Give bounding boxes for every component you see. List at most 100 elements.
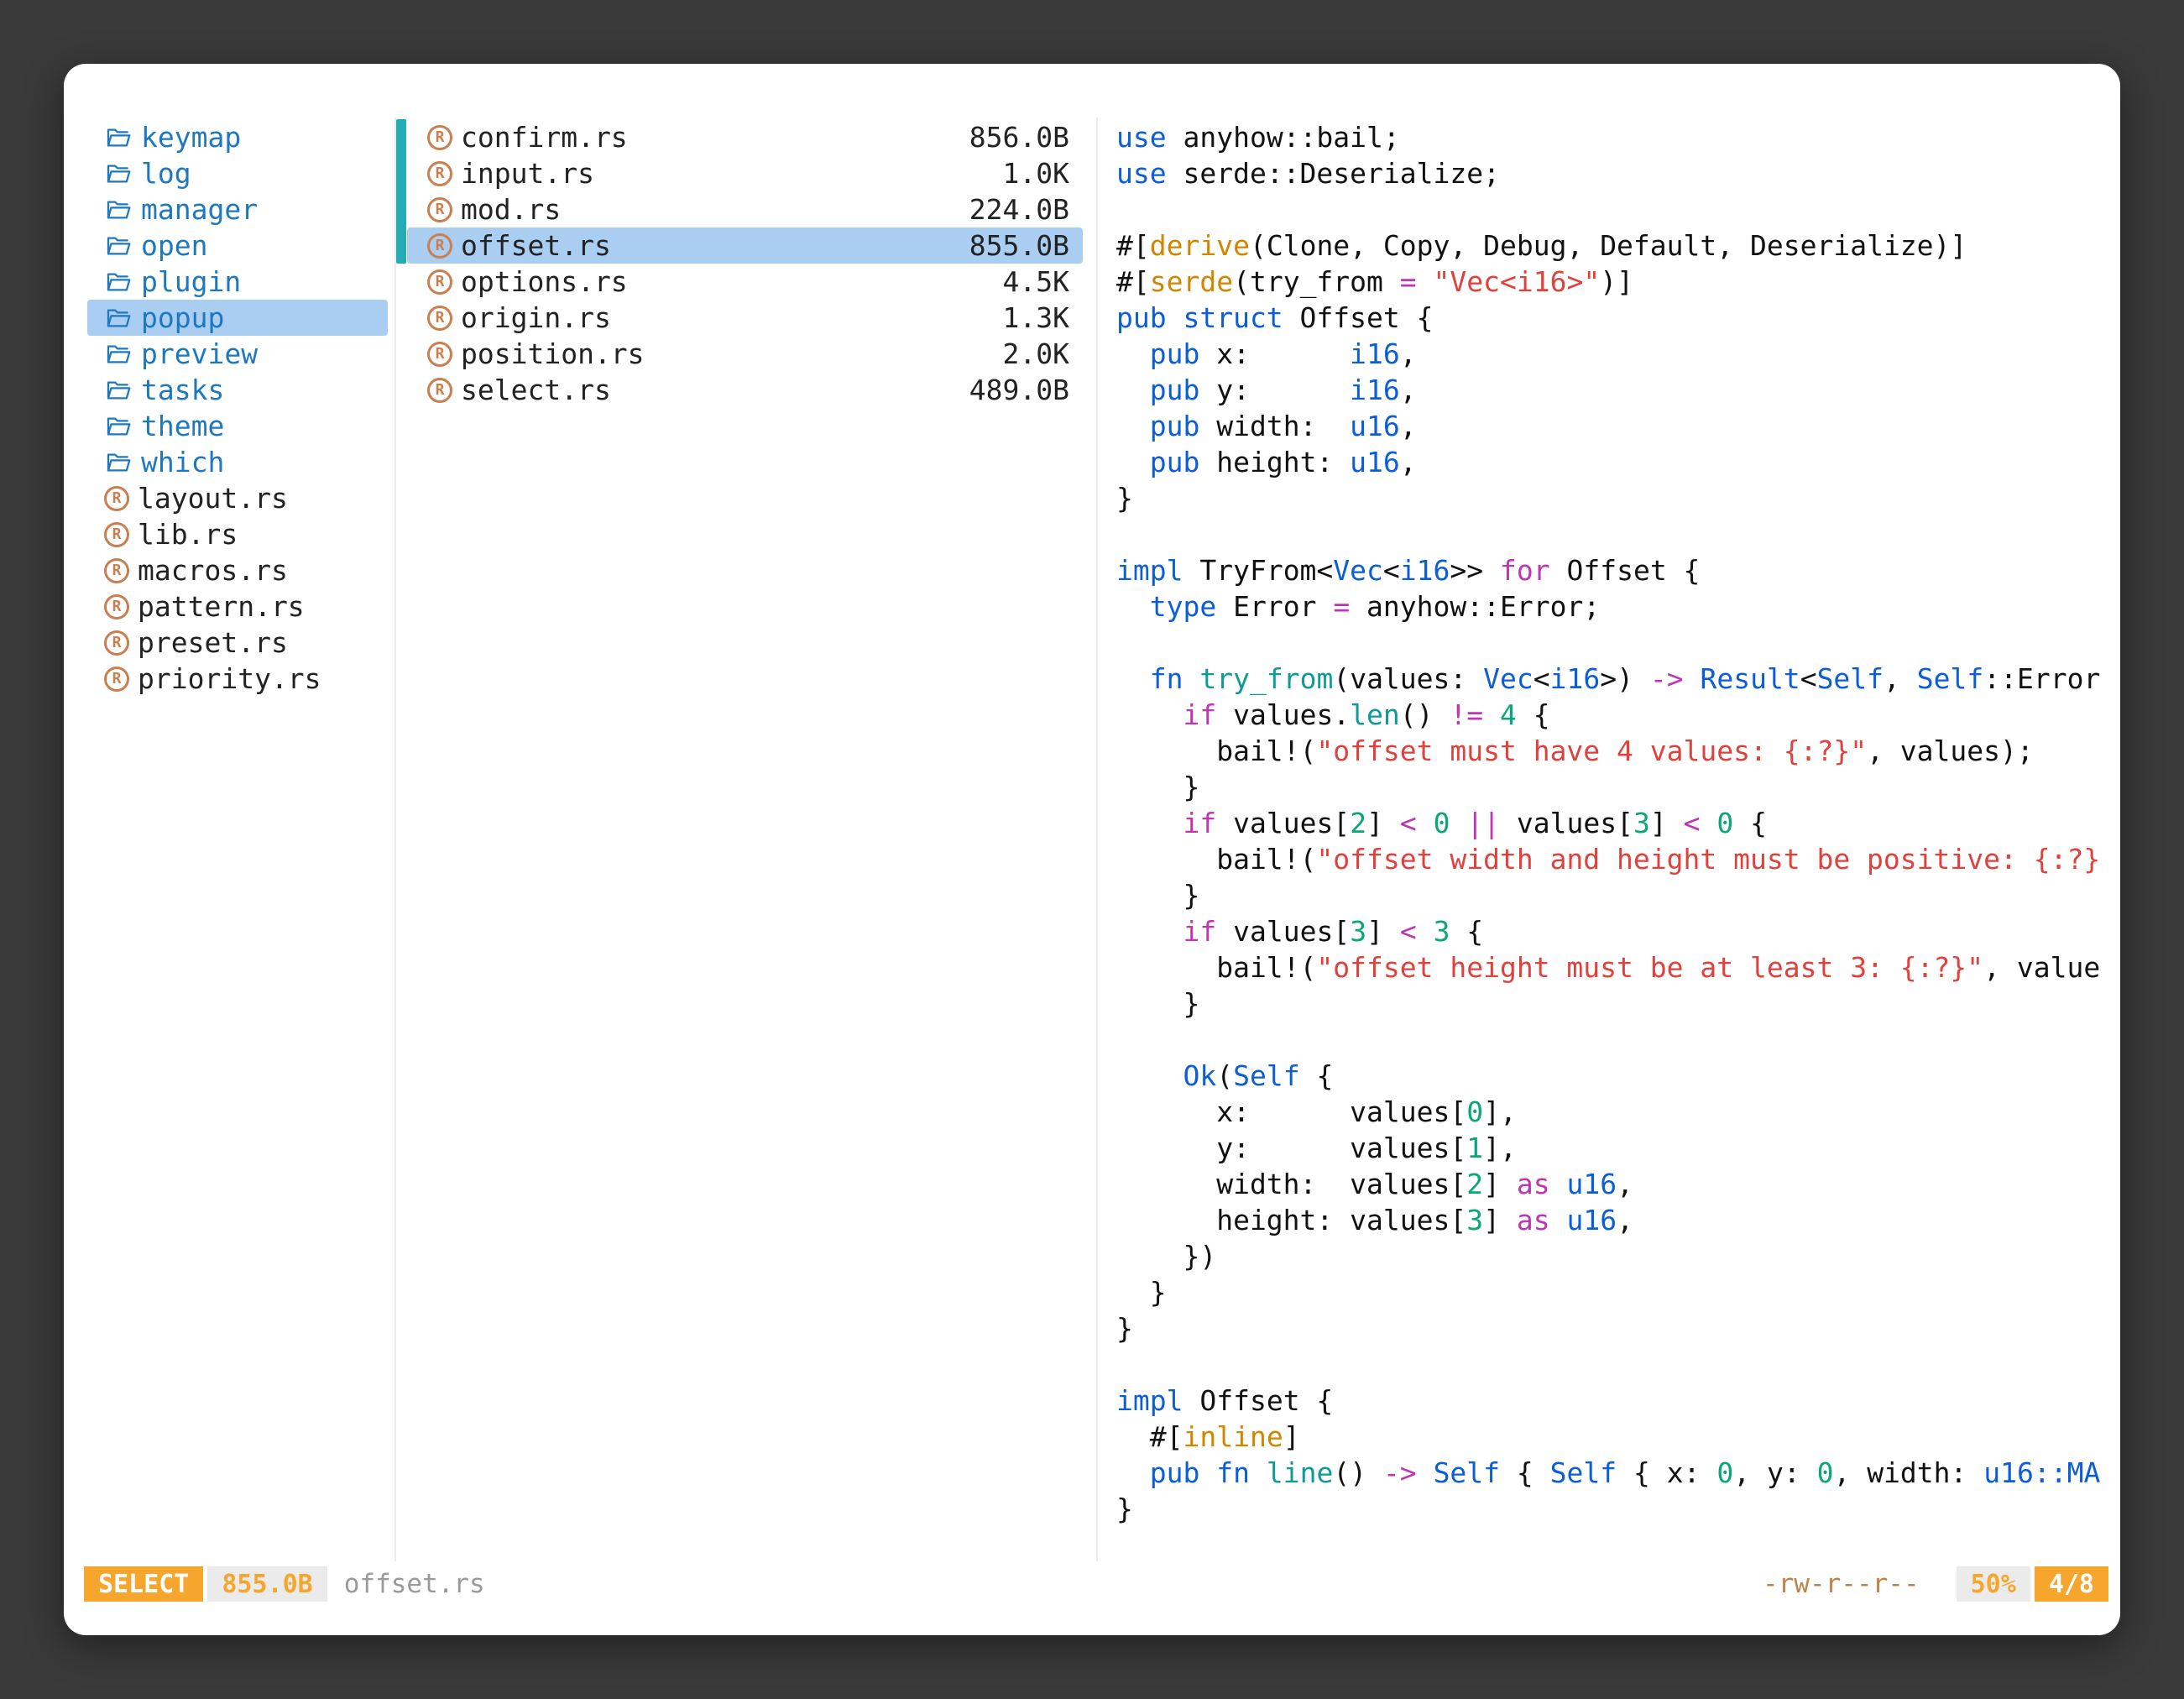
rust-file-icon: R <box>104 558 129 583</box>
rust-file-icon: R <box>104 594 129 619</box>
sidebar-item-label: layout.rs <box>138 482 288 515</box>
file-size: 224.0B <box>969 193 1069 226</box>
file-row-options.rs[interactable]: Roptions.rs4.5K <box>407 264 1083 300</box>
sidebar-item-layout.rs[interactable]: Rlayout.rs <box>87 480 388 516</box>
sidebar-item-keymap[interactable]: keymap <box>87 119 388 155</box>
sidebar-item-label: popup <box>141 301 224 334</box>
code-line: #[derive(Clone, Copy, Debug, Default, De… <box>1116 227 2120 264</box>
code-line: if values[2] < 0 || values[3] < 0 { <box>1116 805 2120 841</box>
sidebar-item-preset.rs[interactable]: Rpreset.rs <box>87 625 388 661</box>
sidebar-item-tasks[interactable]: tasks <box>87 372 388 408</box>
file-name: offset.rs <box>461 229 611 262</box>
sidebar-item-label: priority.rs <box>138 662 321 695</box>
sidebar-item-macros.rs[interactable]: Rmacros.rs <box>87 552 388 588</box>
file-row-confirm.rs[interactable]: Rconfirm.rs856.0B <box>407 119 1083 155</box>
code-line: fn try_from(values: Vec<i16>) -> Result<… <box>1116 661 2120 697</box>
code-line: } <box>1116 1491 2120 1527</box>
rust-file-icon: R <box>427 378 452 403</box>
open-folder-icon <box>104 159 133 188</box>
file-row-mod.rs[interactable]: Rmod.rs 224.0B <box>407 191 1083 227</box>
file-row-origin.rs[interactable]: Rorigin.rs1.3K <box>407 300 1083 336</box>
open-folder-icon <box>104 376 133 405</box>
file-row-select.rs[interactable]: Rselect.rs489.0B <box>407 372 1083 408</box>
sidebar-item-plugin[interactable]: plugin <box>87 264 388 300</box>
code-line: } <box>1116 985 2120 1022</box>
sidebar-item-label: preview <box>141 337 258 370</box>
rust-file-icon: R <box>104 486 129 511</box>
code-line: height: values[3] as u16, <box>1116 1202 2120 1238</box>
sidebar-item-label: theme <box>141 410 224 442</box>
code-line: #[serde(try_from = "Vec<i16>")] <box>1116 264 2120 300</box>
file-size: 1.0K <box>1003 157 1069 190</box>
code-line: if values[3] < 3 { <box>1116 913 2120 949</box>
sidebar-item-log[interactable]: log <box>87 155 388 191</box>
sidebar-item-manager[interactable]: manager <box>87 191 388 227</box>
sidebar-item-popup[interactable]: popup <box>87 300 388 336</box>
file-manager-window: keymaplogmanageropenpluginpopuppreview ta… <box>64 64 2120 1635</box>
file-size: 1.3K <box>1003 301 1069 334</box>
file-name: mod.rs <box>461 193 561 226</box>
sidebar-item-which[interactable]: which <box>87 444 388 480</box>
code-line: bail!("offset height must be at least 3:… <box>1116 949 2120 985</box>
rust-file-icon: R <box>427 233 452 259</box>
code-line: pub y: i16, <box>1116 372 2120 408</box>
parent-directory-pane: keymaplogmanageropenpluginpopuppreview ta… <box>64 118 396 1561</box>
file-size: 489.0B <box>969 374 1069 406</box>
code-line <box>1116 1022 2120 1058</box>
sidebar-item-theme[interactable]: theme <box>87 408 388 444</box>
rust-file-icon: R <box>104 522 129 547</box>
panes-container: keymaplogmanageropenpluginpopuppreview ta… <box>64 64 2120 1561</box>
open-folder-icon <box>104 123 133 152</box>
code-line: use serde::Deserialize; <box>1116 155 2120 191</box>
sidebar-item-label: pattern.rs <box>138 590 305 623</box>
code-line: bail!("offset width and height must be p… <box>1116 841 2120 877</box>
code-line: x: values[0], <box>1116 1094 2120 1130</box>
code-line: pub fn line() -> Self { Self { x: 0, y: … <box>1116 1455 2120 1491</box>
code-line: pub width: u16, <box>1116 408 2120 444</box>
open-folder-icon <box>104 232 133 260</box>
sidebar-item-preview[interactable]: preview <box>87 336 388 372</box>
file-row-offset.rs[interactable]: Roffset.rs 855.0B <box>407 227 1083 264</box>
code-line: Ok(Self { <box>1116 1058 2120 1094</box>
file-name: origin.rs <box>461 301 611 334</box>
file-size: 855.0B <box>969 229 1069 262</box>
code-line: } <box>1116 877 2120 913</box>
code-line: pub x: i16, <box>1116 336 2120 372</box>
file-row-input.rs[interactable]: Rinput.rs1.0K <box>407 155 1083 191</box>
position-badge: 4/8 <box>2035 1566 2108 1602</box>
rust-file-icon: R <box>427 197 452 222</box>
code-line: y: values[1], <box>1116 1130 2120 1166</box>
sidebar-item-label: open <box>141 229 207 262</box>
sidebar-item-label: macros.rs <box>138 554 288 587</box>
code-line: } <box>1116 480 2120 516</box>
file-name: input.rs <box>461 157 594 190</box>
rust-file-icon: R <box>427 125 452 150</box>
open-folder-icon <box>104 304 133 332</box>
sidebar-item-open[interactable]: open <box>87 227 388 264</box>
sidebar-item-lib.rs[interactable]: Rlib.rs <box>87 516 388 552</box>
code-line: } <box>1116 769 2120 805</box>
file-size: 856.0B <box>969 121 1069 154</box>
sidebar-item-priority.rs[interactable]: Rpriority.rs <box>87 661 388 697</box>
file-name: position.rs <box>461 337 645 370</box>
code-line: bail!("offset must have 4 values: {:?}",… <box>1116 733 2120 769</box>
file-row-position.rs[interactable]: Rposition.rs 2.0K <box>407 336 1083 372</box>
rust-file-icon: R <box>427 342 452 367</box>
status-bar-right: -rw-r--r-- 50% 4/8 <box>1763 1566 2108 1602</box>
sidebar-item-label: tasks <box>141 374 224 406</box>
code-line <box>1116 625 2120 661</box>
status-filename: offset.rs <box>344 1569 485 1599</box>
file-list-scrollbar[interactable] <box>396 119 406 264</box>
code-line <box>1116 516 2120 552</box>
code-line: type Error = anyhow::Error; <box>1116 588 2120 625</box>
sidebar-item-label: manager <box>141 193 258 226</box>
code-line: if values.len() != 4 { <box>1116 697 2120 733</box>
sidebar-item-pattern.rs[interactable]: Rpattern.rs <box>87 588 388 625</box>
sidebar-item-label: preset.rs <box>138 626 288 659</box>
code-line: #[inline] <box>1116 1419 2120 1455</box>
code-preview: use anyhow::bail;use serde::Deserialize;… <box>1116 119 2120 1527</box>
rust-file-icon: R <box>104 667 129 692</box>
code-line <box>1116 1346 2120 1383</box>
code-line: pub struct Offset { <box>1116 300 2120 336</box>
file-size: 2.0K <box>1003 337 1069 370</box>
